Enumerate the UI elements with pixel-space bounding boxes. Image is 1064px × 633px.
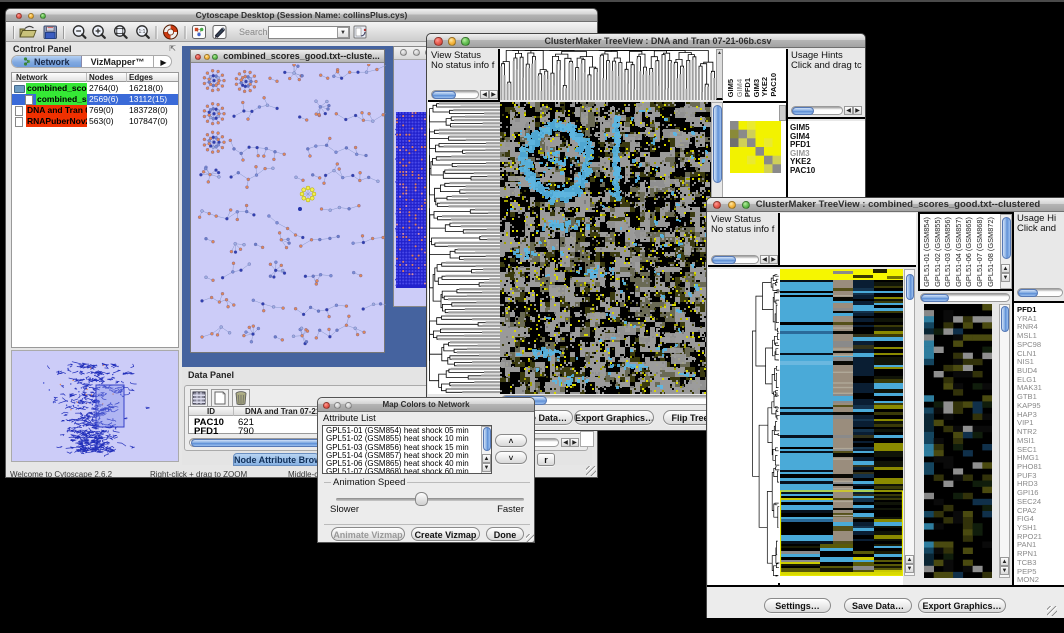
svg-text:1:1: 1:1 [139,29,146,35]
